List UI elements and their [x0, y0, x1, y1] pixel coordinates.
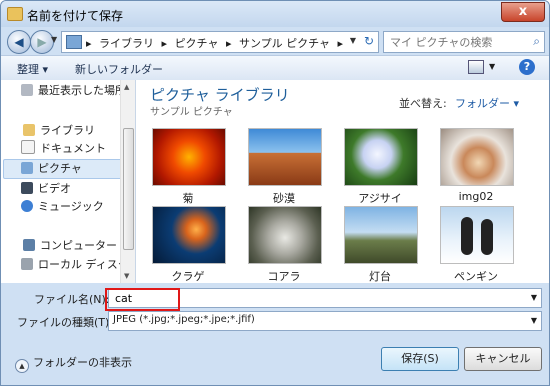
computer-icon	[23, 239, 35, 251]
image-tile[interactable]: 砂漠	[246, 128, 322, 206]
pictures-icon	[21, 162, 33, 174]
back-button[interactable]: ◀	[7, 30, 31, 54]
library-subtitle: サンプル ピクチャ	[150, 107, 233, 118]
image-tile[interactable]: 灯台	[342, 206, 418, 284]
navigation-bar: ◀ ▶ ▼ ▸ ライブラリ ▸ ピクチャ ▸ サンプル ピクチャ ▸ ▼ ↻ ⌕	[1, 27, 549, 55]
navigation-pane: 最近表示した場所 ライブラリ ドキュメント ピクチャ ビデオ ミュージック コン…	[1, 80, 136, 283]
sidebar-item-libraries[interactable]: ライブラリ	[23, 122, 95, 138]
arrange-dropdown[interactable]: フォルダー ▾	[455, 95, 519, 111]
documents-icon	[21, 140, 35, 154]
scroll-down-icon[interactable]: ▼	[124, 272, 129, 280]
image-tile[interactable]: ペンギン	[438, 206, 514, 284]
jellyfish-thumbnail	[152, 206, 226, 264]
search-box[interactable]: ⌕	[383, 31, 545, 53]
koala-thumbnail	[248, 206, 322, 264]
library-icon	[23, 124, 35, 136]
close-button[interactable]: x	[501, 2, 545, 22]
sidebar-scrollbar[interactable]: ▲ ▼	[120, 80, 135, 283]
cancel-button[interactable]: キャンセル	[464, 347, 542, 371]
breadcrumb-item[interactable]: ライブラリ	[99, 37, 154, 50]
penguin-shape	[481, 219, 493, 255]
chrysanthemum-thumbnail	[152, 128, 226, 186]
save-button[interactable]: 保存(S)	[381, 347, 459, 371]
filetype-dropdown-icon[interactable]: ▼	[531, 316, 537, 325]
filetype-select[interactable]: JPEG (*.jpg;*.jpeg;*.jpe;*.jfif) ▼	[108, 311, 542, 331]
desert-thumbnail	[248, 128, 322, 186]
history-dropdown-icon[interactable]: ▼	[51, 35, 57, 44]
videos-icon	[21, 182, 33, 194]
breadcrumb-item[interactable]: サンプル ピクチャ	[239, 37, 330, 50]
image-tile[interactable]: img02	[438, 128, 514, 203]
address-dropdown-icon[interactable]: ▼	[350, 36, 356, 45]
folder-icon	[7, 7, 23, 21]
help-button[interactable]: ?	[519, 59, 535, 75]
collapse-icon: ▲	[15, 359, 29, 373]
hide-folders-toggle[interactable]: ▲ フォルダーの非表示	[15, 354, 132, 373]
save-options: ファイル名(N): ▼ ファイルの種類(T): JPEG (*.jpg;*.jp…	[1, 284, 549, 385]
lighthouse-thumbnail	[344, 206, 418, 264]
toolbar: 整理 ▾ 新しいフォルダー ▼ ?	[1, 55, 549, 81]
filetype-label: ファイルの種類(T):	[17, 316, 114, 329]
cat-thumbnail	[440, 128, 514, 186]
sidebar-item-pictures[interactable]: ピクチャ	[21, 160, 82, 176]
search-icon[interactable]: ⌕	[533, 34, 540, 49]
refresh-icon[interactable]: ↻	[364, 34, 374, 48]
music-icon	[21, 200, 33, 212]
sidebar-item-videos[interactable]: ビデオ	[21, 180, 71, 196]
filetype-value: JPEG (*.jpg;*.jpeg;*.jpe;*.jfif)	[113, 314, 255, 325]
library-title: ピクチャ ライブラリ	[150, 86, 290, 104]
sidebar-item-recent[interactable]: 最近表示した場所	[21, 82, 126, 98]
filename-dropdown-icon[interactable]: ▼	[531, 293, 537, 302]
arrange-label: 並べ替え:	[399, 97, 447, 110]
address-bar[interactable]: ▸ ライブラリ ▸ ピクチャ ▸ サンプル ピクチャ ▸ ▼ ↻	[61, 31, 379, 53]
filename-field[interactable]: ▼	[108, 288, 542, 308]
new-folder-button[interactable]: 新しいフォルダー	[75, 61, 163, 77]
title-bar: 名前を付けて保存 x	[1, 1, 549, 27]
scroll-up-icon[interactable]: ▲	[124, 83, 129, 91]
penguin-shape	[461, 217, 473, 255]
pictures-icon	[66, 35, 82, 49]
search-input[interactable]	[388, 34, 524, 50]
image-tile[interactable]: クラゲ	[150, 206, 226, 284]
file-list: ピクチャ ライブラリ サンプル ピクチャ 並べ替え: フォルダー ▾ 菊 砂漠 …	[136, 80, 549, 283]
window-title: 名前を付けて保存	[27, 9, 124, 23]
sidebar-item-music[interactable]: ミュージック	[21, 198, 104, 214]
filename-label: ファイル名(N):	[34, 293, 110, 306]
view-icon[interactable]	[468, 60, 484, 74]
hydrangea-thumbnail	[344, 128, 418, 186]
organize-button[interactable]: 整理 ▾	[17, 61, 48, 77]
image-tile[interactable]: コアラ	[246, 206, 322, 284]
save-dialog: 名前を付けて保存 x ◀ ▶ ▼ ▸ ライブラリ ▸ ピクチャ ▸ サンプル ピ…	[0, 0, 550, 386]
breadcrumb: ▸ ライブラリ ▸ ピクチャ ▸ サンプル ピクチャ ▸	[86, 37, 344, 50]
recent-places-icon	[21, 84, 33, 96]
image-tile[interactable]: 菊	[150, 128, 226, 206]
sidebar-item-local-disk[interactable]: ローカル ディスク	[21, 256, 129, 272]
filename-input[interactable]	[113, 290, 517, 307]
penguins-thumbnail	[440, 206, 514, 264]
sidebar-item-computer[interactable]: コンピューター	[23, 237, 117, 253]
disk-icon	[21, 258, 33, 270]
sidebar-item-documents[interactable]: ドキュメント	[21, 140, 106, 156]
view-dropdown-icon[interactable]: ▼	[489, 62, 495, 71]
breadcrumb-item[interactable]: ピクチャ	[175, 37, 219, 50]
image-tile[interactable]: アジサイ	[342, 128, 418, 206]
scrollbar-thumb[interactable]	[123, 128, 134, 250]
